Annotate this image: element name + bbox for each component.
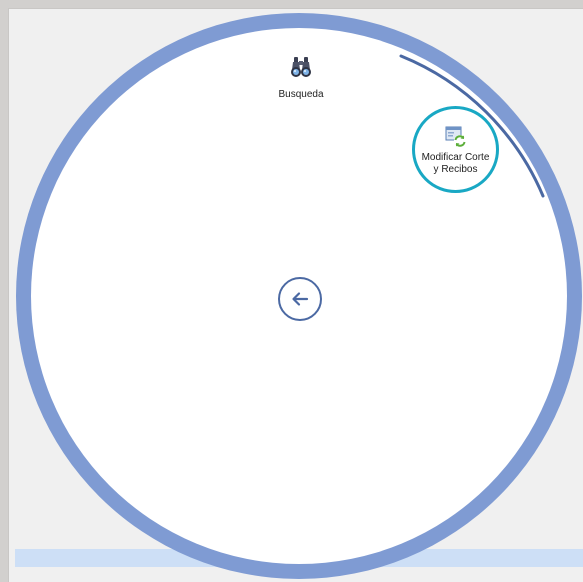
menu-item-label: Busqueda	[278, 89, 324, 100]
refresh-document-icon	[445, 126, 466, 147]
menu-item-busqueda[interactable]: Busqueda	[270, 56, 332, 101]
binoculars-icon	[291, 57, 311, 77]
back-button[interactable]	[278, 277, 322, 321]
menu-item-label: Modificar Corte y Recibos	[421, 151, 490, 175]
menu-item-modificar-corte-y-recibos[interactable]: Modificar Corte y Recibos	[412, 106, 499, 193]
back-arrow-icon	[292, 292, 309, 306]
